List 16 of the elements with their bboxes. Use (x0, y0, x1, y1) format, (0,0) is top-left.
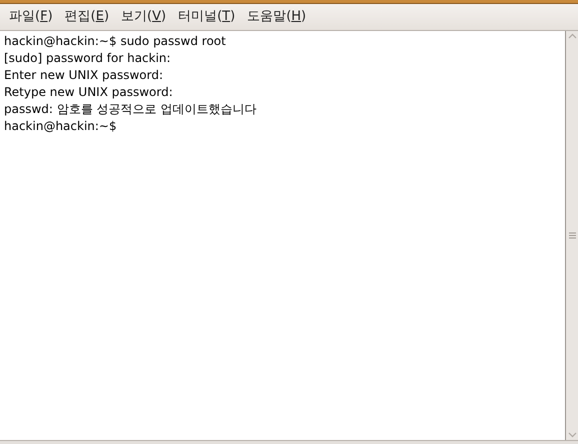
menu-item[interactable]: 보기(V) (116, 7, 172, 27)
menu-item[interactable]: 터미널(T) (173, 7, 240, 27)
scroll-grip-icon[interactable] (568, 232, 576, 239)
menu-item[interactable]: 편집(E) (60, 7, 114, 27)
terminal-line: Enter new UNIX password: (4, 67, 164, 84)
menu-item[interactable]: 파일(F) (4, 7, 58, 27)
terminal-area[interactable]: hackin@hackin:~$ sudo passwd root [sudo] password for hackin: Enter new UNIX password: Retype new UNIX password: passwd: 암호를 성공적으로 업데이트했습니다 hackin@hackin:~$ (0, 31, 565, 440)
scrollbar[interactable] (565, 31, 578, 440)
terminal-line: [sudo] password for hackin: (4, 50, 172, 67)
scroll-down-icon[interactable] (568, 432, 576, 438)
terminal-line: hackin@hackin:~$ sudo passwd root (4, 33, 227, 50)
terminal-line: hackin@hackin:~$ (4, 118, 118, 135)
menu-item[interactable]: 도움말(H) (242, 7, 312, 27)
scroll-up-icon[interactable] (568, 33, 576, 39)
terminal-line: passwd: 암호를 성공적으로 업데이트했습니다 (4, 101, 258, 118)
terminal-line: Retype new UNIX password: (4, 84, 174, 101)
